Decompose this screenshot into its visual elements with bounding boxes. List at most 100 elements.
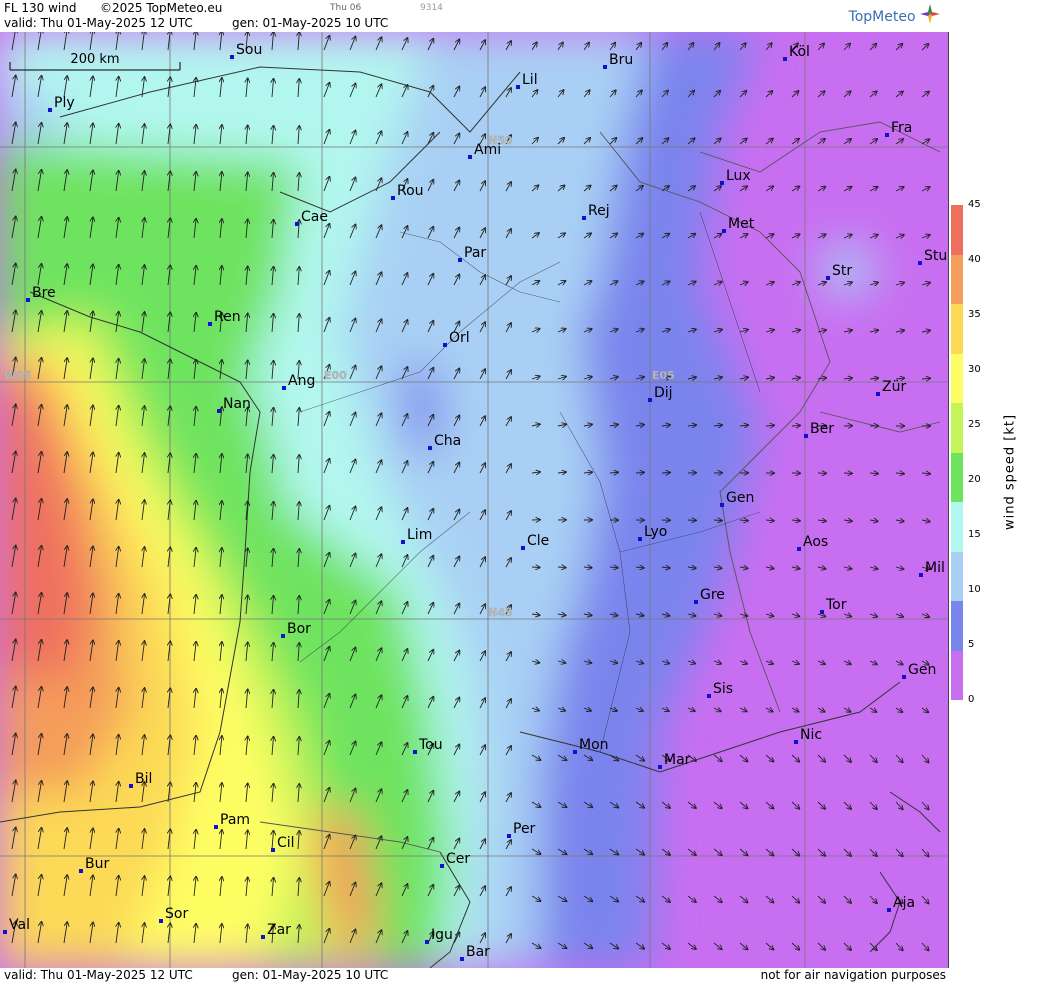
city-label: Nan [223,396,251,412]
city-dot [820,610,824,614]
legend-tick: 45 [968,199,981,210]
footer-gen-time: gen: 01-May-2025 10 UTC [232,968,389,982]
city-label: Sis [713,681,733,697]
city-label: Ami [474,142,501,158]
city-label: Zür [882,379,906,395]
lon-label-e00: E00 [324,369,347,382]
city-dot [159,919,163,923]
city-dot [826,276,830,280]
city-label: Gre [700,587,725,603]
color-bar-segment [951,353,963,403]
city-label: Cha [434,433,461,449]
city-dot [428,446,432,450]
city-label: Val [9,917,30,933]
city-dot [794,740,798,744]
city-label: Ang [288,373,315,389]
city-label: Stu [924,248,947,264]
day-label: Thu 06 [330,3,362,13]
city-label: Bur [85,856,109,872]
city-dot [217,409,221,413]
city-dot [230,55,234,59]
city-label: Ber [810,421,834,437]
city-label: Tou [418,737,443,753]
city-dot [797,547,801,551]
city-dot [707,694,711,698]
city-dot [919,573,923,577]
city-label: Cil [277,835,295,851]
city-label: Fra [891,120,912,136]
topmeteo-logo: TopMeteo [849,4,940,25]
city-dot [391,196,395,200]
color-bar-segment [951,304,963,354]
color-bar-segment [951,502,963,552]
city-dot [885,133,889,137]
color-bar-segment [951,650,963,700]
city-label: Igu [431,927,453,943]
wind-speed-shading [0,32,948,968]
wind-arrow [791,425,800,426]
color-bar-segment [951,601,963,651]
city-dot [648,398,652,402]
city-dot [401,540,405,544]
legend-tick: 40 [968,254,981,265]
wind-arrow [661,473,670,474]
city-dot [521,546,525,550]
city-dot [722,229,726,233]
city-label: Ren [214,309,241,325]
wind-arrow [635,472,644,473]
code-label: 9314 [420,3,443,13]
city-dot [129,784,133,788]
city-dot [902,675,906,679]
legend-tick: 30 [968,364,981,375]
city-dot [208,322,212,326]
gen-time: gen: 01-May-2025 10 UTC [232,16,389,30]
color-bar-segment [951,403,963,453]
city-label: Cle [527,533,549,549]
city-dot [48,108,52,112]
city-label: Sou [236,42,262,58]
city-dot [638,537,642,541]
city-label: Str [832,263,852,279]
city-label: Lil [522,72,538,88]
color-bar-segment [951,452,963,502]
copyright-text: ©2025 TopMeteo.eu [100,1,223,15]
city-label: Mar [664,752,691,768]
city-label: Cer [446,851,470,867]
city-label: Orl [449,330,470,346]
city-dot [573,750,577,754]
city-label: Pam [220,812,250,828]
map-footer: valid: Thu 01-May-2025 12 UTC gen: 01-Ma… [0,968,948,983]
legend-tick: 35 [968,309,981,320]
valid-time: valid: Thu 01-May-2025 12 UTC [4,16,193,30]
city-dot [783,57,787,61]
city-label: Rej [588,203,610,219]
city-label: Ply [54,95,75,111]
legend-tick: 15 [968,529,981,540]
legend: 45 40 35 30 25 20 15 10 5 0 [950,199,1039,705]
city-dot [507,834,511,838]
legend-tick: 20 [968,474,981,485]
product-title: FL 130 wind [4,1,77,15]
city-label: Cae [301,209,328,225]
city-dot [214,825,218,829]
city-label: Dij [654,385,673,401]
city-label: Lux [726,168,751,184]
city-dot [458,258,462,262]
lon-label-e05: E05 [652,369,675,382]
city-dot [582,216,586,220]
scale-label: 200 km [70,52,119,67]
city-dot [425,940,429,944]
city-label: Gen [908,662,936,678]
city-dot [3,930,7,934]
lon-label-w05: W05 [4,369,31,382]
city-dot [460,957,464,961]
city-dot [516,85,520,89]
city-label: Tor [825,597,847,613]
city-label: Lim [407,527,432,543]
wind-arrow [557,567,566,568]
city-label: Bar [466,944,490,960]
color-bar-segment [951,254,963,304]
city-label: Aos [803,534,828,550]
city-dot [603,65,607,69]
wind-field-svg: N50 N45 W05 E00 E05 200 km SouPlyLilBru K… [0,32,948,968]
